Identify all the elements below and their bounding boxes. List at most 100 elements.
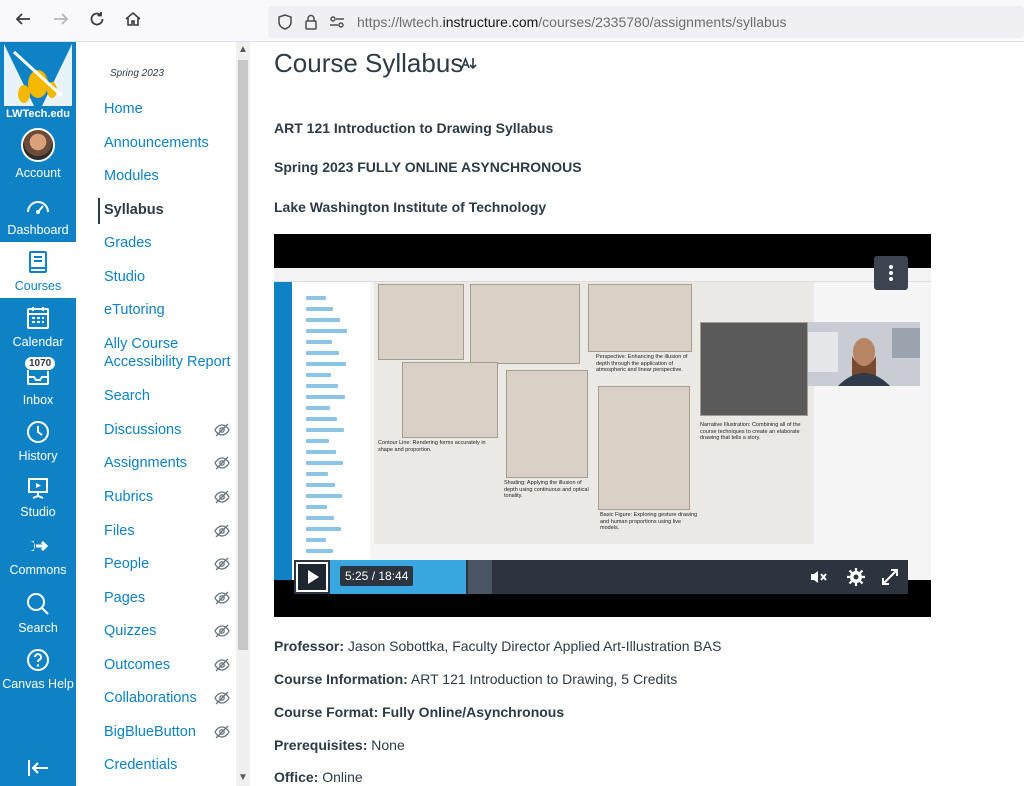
course-nav-label: Files (104, 523, 135, 539)
ally-sort-icon[interactable] (460, 56, 478, 72)
gnav-account[interactable]: Account (0, 128, 76, 180)
office-label: Office: (274, 769, 319, 785)
home-button[interactable] (122, 10, 144, 32)
prerequisites-line: Prerequisites: None (274, 737, 405, 753)
gnav-commons-label: Commons (9, 563, 67, 577)
video-nav-line (306, 417, 337, 421)
forward-button[interactable] (50, 10, 72, 32)
course-nav-etutoring[interactable]: eTutoring (104, 301, 244, 319)
lock-icon[interactable] (302, 13, 320, 31)
gnav-history-label: History (18, 449, 58, 463)
browser-toolbar: https://lwtech.instructure.com/courses/2… (0, 0, 1024, 42)
video-time: 5:25 / 18:44 (340, 566, 414, 586)
video-nav-line (306, 373, 331, 377)
slide-content: Contour Line: Rendering forms accurately… (374, 282, 814, 544)
gnav-help[interactable]: Canvas Help (0, 646, 76, 691)
course-nav-credentials[interactable]: Credentials (104, 756, 244, 774)
artwork-figure (598, 386, 690, 510)
gnav-account-label: Account (15, 166, 61, 180)
gnav-inbox-label: Inbox (22, 393, 54, 407)
address-bar[interactable]: https://lwtech.instructure.com/courses/2… (268, 6, 1024, 38)
permissions-icon[interactable] (328, 13, 346, 31)
scroll-down-arrow[interactable]: ▼ (237, 772, 249, 783)
course-nav-label: Home (104, 101, 143, 117)
office-line: Office: Online (274, 769, 363, 785)
video-nav-line (306, 505, 327, 509)
fullscreen-icon[interactable] (880, 567, 900, 587)
course-nav-search[interactable]: Search (104, 387, 244, 405)
course-nav-ally-course-accessibility-report[interactable]: Ally Course Accessibility Report (104, 335, 244, 371)
video-frame[interactable]: Contour Line: Rendering forms accurately… (274, 268, 931, 580)
inbox-badge: 1070 (24, 356, 57, 371)
course-format-label: Course Format: (274, 704, 379, 720)
course-nav-grades[interactable]: Grades (104, 234, 244, 252)
arrow-left-icon (15, 13, 30, 25)
course-nav-studio[interactable]: Studio (104, 268, 244, 286)
settings-gear-icon[interactable] (846, 567, 866, 587)
hidden-eye-icon (214, 658, 230, 672)
video-menu-button[interactable] (874, 256, 908, 290)
url-text[interactable]: https://lwtech.instructure.com/courses/2… (357, 14, 787, 30)
course-nav-label: Quizzes (104, 623, 157, 639)
video-nav-line (306, 307, 333, 311)
course-nav-label: Search (104, 388, 150, 404)
term-heading: Spring 2023 FULLY ONLINE ASYNCHRONOUS (274, 159, 582, 175)
artwork-contour-1 (378, 284, 464, 360)
course-nav-home[interactable]: Home (104, 100, 244, 118)
play-icon (308, 570, 319, 584)
gnav-courses-label: Courses (14, 279, 62, 293)
video-player[interactable]: Contour Line: Rendering forms accurately… (274, 234, 931, 617)
calendar-icon (27, 307, 49, 329)
hidden-eye-icon (214, 591, 230, 605)
global-navigation: LWTech.edu Account Dashboard Courses Cal… (0, 42, 76, 786)
video-nav-line (306, 494, 342, 498)
gnav-help-label: Canvas Help (2, 677, 74, 691)
lwtech-logo[interactable]: LWTech.edu (4, 44, 72, 122)
video-controls: 5:25 / 18:44 (294, 560, 908, 594)
url-domain: instructure.com (442, 14, 539, 30)
mute-icon[interactable] (808, 567, 828, 587)
course-nav-modules[interactable]: Modules (104, 167, 244, 185)
scroll-up-arrow[interactable]: ▲ (237, 44, 249, 55)
hidden-eye-icon (214, 423, 230, 437)
prerequisites-label: Prerequisites: (274, 737, 368, 753)
course-nav-syllabus[interactable]: Syllabus (98, 198, 244, 224)
video-nav-line (306, 472, 328, 476)
course-nav-label: Studio (104, 269, 146, 285)
back-button[interactable] (12, 10, 34, 32)
gnav-commons[interactable]: Commons (0, 532, 76, 577)
course-info-line: Course Information: ART 121 Introduction… (274, 671, 677, 687)
help-icon (27, 649, 49, 671)
gnav-history[interactable]: History (0, 418, 76, 463)
collapse-nav-button[interactable] (0, 754, 76, 785)
hidden-eye-icon (214, 624, 230, 638)
shield-icon[interactable] (276, 13, 294, 31)
scrollbar-thumb[interactable] (238, 60, 248, 650)
gnav-inbox[interactable]: 1070 Inbox (0, 356, 76, 407)
course-info-value: ART 121 Introduction to Drawing, 5 Credi… (407, 671, 678, 687)
gnav-dashboard[interactable]: Dashboard (0, 192, 76, 237)
caption-shading: Shading: Applying the illusion of depth … (504, 480, 589, 499)
course-nav-announcements[interactable]: Announcements (104, 134, 244, 152)
video-nav-line (306, 329, 347, 333)
arrow-right-icon (54, 13, 69, 25)
course-nav-label: Rubrics (104, 489, 154, 505)
gnav-courses[interactable]: Courses (0, 242, 76, 298)
course-nav-label: BigBlueButton (104, 724, 196, 740)
gnav-search[interactable]: Search (0, 590, 76, 635)
course-nav-label: Credentials (104, 757, 178, 773)
url-path: /courses/2335780/assignments/syllabus (538, 14, 787, 30)
professor-label: Professor: (274, 638, 345, 654)
video-nav-line (306, 406, 330, 410)
gnav-studio[interactable]: Studio (0, 474, 76, 519)
gnav-calendar[interactable]: Calendar (0, 304, 76, 349)
reload-button[interactable] (86, 10, 108, 32)
video-browser-chrome (274, 268, 931, 282)
hidden-eye-icon (214, 490, 230, 504)
gnav-dashboard-label: Dashboard (7, 223, 69, 237)
caption-contour: Contour Line: Rendering forms accurately… (378, 440, 486, 453)
play-button[interactable] (296, 562, 328, 592)
caption-narrative: Narrative Illustration: Combining all of… (700, 422, 801, 441)
prerequisites-value: None (367, 737, 405, 753)
artwork-skull (470, 284, 580, 364)
